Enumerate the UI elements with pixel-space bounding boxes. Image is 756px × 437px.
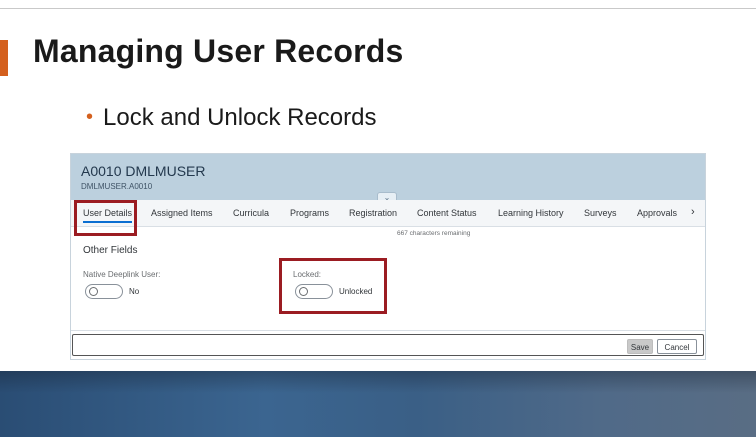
cancel-button[interactable]: Cancel: [657, 339, 697, 354]
user-details-highlight: [74, 200, 137, 236]
slide-title: Managing User Records: [33, 33, 404, 69]
tab-registration[interactable]: Registration: [349, 208, 397, 218]
footer-gradient-band: [0, 371, 756, 437]
tab-curricula[interactable]: Curricula: [233, 208, 269, 218]
top-divider: [0, 8, 756, 9]
locked-highlight: [279, 258, 387, 314]
switch-knob: [89, 287, 98, 296]
footer-bar: Save Cancel: [71, 330, 705, 359]
title-accent-bar: [0, 40, 8, 76]
bullet-icon: •: [86, 106, 94, 128]
chevron-right-icon[interactable]: ›: [691, 206, 695, 218]
tab-learning-history[interactable]: Learning History: [498, 208, 564, 218]
section-title: Other Fields: [83, 245, 138, 256]
tab-bar: User Details Assigned Items Curricula Pr…: [71, 200, 705, 227]
deeplink-state: No: [129, 287, 140, 296]
tab-approvals[interactable]: Approvals: [637, 208, 677, 218]
bullet-item: • Lock and Unlock Records: [86, 104, 376, 132]
footer-toolbar: Save Cancel: [72, 334, 704, 356]
save-button[interactable]: Save: [627, 339, 653, 354]
bullet-text: Lock and Unlock Records: [103, 104, 377, 131]
record-header: A0010 DMLMUSER DMLMUSER.A0010 ⌄: [71, 154, 705, 203]
tab-assigned-items[interactable]: Assigned Items: [151, 208, 213, 218]
characters-remaining: 667 characters remaining: [397, 230, 471, 237]
tab-surveys[interactable]: Surveys: [584, 208, 617, 218]
tab-content-status[interactable]: Content Status: [417, 208, 477, 218]
record-subtitle: DMLMUSER.A0010: [81, 182, 153, 191]
user-record-window: A0010 DMLMUSER DMLMUSER.A0010 ⌄ User Det…: [70, 153, 706, 360]
deeplink-label: Native Deeplink User:: [83, 270, 161, 279]
deeplink-switch[interactable]: [85, 284, 123, 299]
tab-programs[interactable]: Programs: [290, 208, 329, 218]
record-title: A0010 DMLMUSER: [81, 163, 206, 179]
